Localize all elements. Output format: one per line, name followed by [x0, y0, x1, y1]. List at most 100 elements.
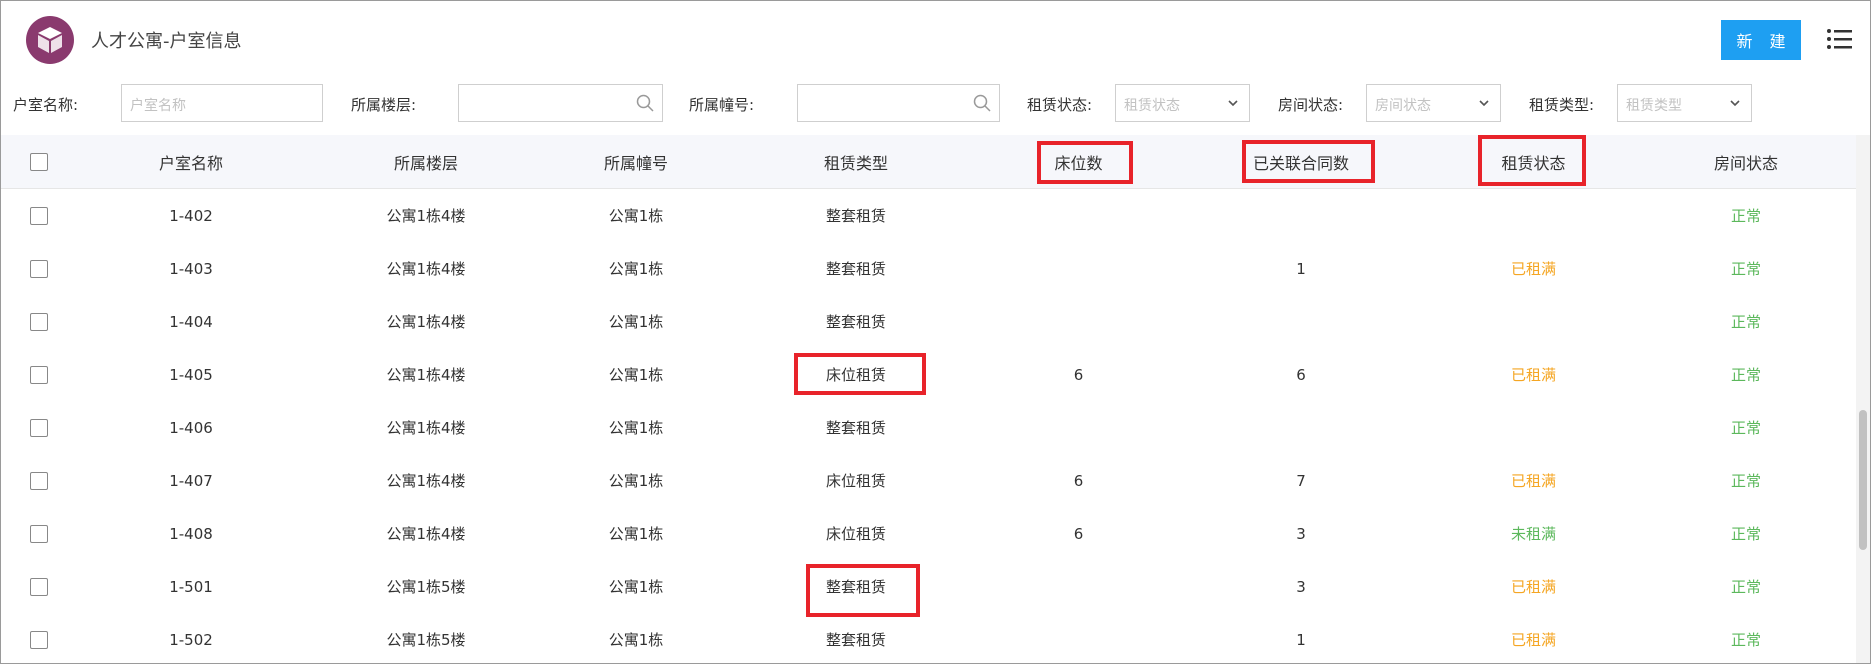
table-row[interactable]: 1-407 公寓1栋4楼 公寓1栋 床位租赁 6 7 已租满 正常 — [1, 454, 1856, 508]
cell-beds: 6 — [1073, 365, 1084, 384]
column-header[interactable]: 租赁类型 — [781, 135, 931, 188]
cell-floor: 公寓1栋4楼 — [386, 419, 466, 437]
vertical-scrollbar[interactable] — [1856, 135, 1870, 663]
cell-floor: 公寓1栋4楼 — [386, 207, 466, 225]
cell-building: 公寓1栋 — [608, 631, 664, 649]
cell-beds — [1001, 613, 1156, 663]
row-checkbox[interactable] — [30, 206, 48, 225]
select-all-checkbox[interactable] — [30, 152, 48, 171]
cell-room-status: 正常 — [1730, 366, 1761, 384]
cell-floor: 公寓1栋4楼 — [386, 313, 466, 331]
building-label: 所属幢号: — [689, 96, 755, 114]
cell-contracts: 7 — [1296, 471, 1306, 490]
room-status-select[interactable]: 房间状态 — [1366, 84, 1501, 122]
cell-rent-status: 已租满 — [1510, 472, 1556, 490]
table-row[interactable]: 1-402 公寓1栋4楼 公寓1栋 整套租赁 正常 — [1, 189, 1856, 243]
cell-contracts — [1221, 295, 1381, 348]
table-row[interactable]: 1-405 公寓1栋4楼 公寓1栋 床位租赁 6 6 已租满 正常 — [1, 348, 1856, 402]
row-checkbox[interactable] — [30, 259, 48, 278]
column-header[interactable]: 所属楼层 — [341, 135, 511, 188]
cell-rent-status — [1456, 295, 1611, 348]
cell-building: 公寓1栋 — [608, 419, 664, 437]
cell-room-status: 正常 — [1730, 472, 1761, 490]
row-checkbox[interactable] — [30, 577, 48, 596]
cell-building: 公寓1栋 — [608, 260, 664, 278]
cell-rent-status: 已租满 — [1510, 578, 1556, 596]
chevron-down-icon — [1478, 95, 1490, 113]
building-input[interactable] — [797, 84, 1000, 122]
cell-room-status: 正常 — [1730, 419, 1761, 437]
row-checkbox[interactable] — [30, 418, 48, 437]
floor-label: 所属楼层: — [351, 96, 417, 114]
cell-rent-status — [1456, 401, 1611, 454]
cell-name: 1-408 — [169, 524, 213, 543]
list-menu-icon[interactable] — [1826, 25, 1854, 53]
cell-rent-status: 已租满 — [1510, 631, 1556, 649]
row-checkbox[interactable] — [30, 312, 48, 331]
cell-contracts: 3 — [1296, 524, 1306, 543]
table-row[interactable]: 1-501 公寓1栋5楼 公寓1栋 整套租赁 3 已租满 正常 — [1, 560, 1856, 614]
scrollbar-thumb[interactable] — [1859, 410, 1867, 550]
cell-contracts — [1221, 189, 1381, 242]
column-header[interactable]: 房间状态 — [1666, 135, 1826, 188]
search-icon[interactable] — [636, 94, 654, 116]
cell-floor: 公寓1栋4楼 — [386, 260, 466, 278]
cell-type: 整套租赁 — [825, 313, 886, 331]
cell-contracts: 1 — [1296, 259, 1306, 278]
row-checkbox[interactable] — [30, 630, 48, 649]
cell-building: 公寓1栋 — [608, 525, 664, 543]
cell-building: 公寓1栋 — [608, 472, 664, 490]
app-window: 人才公寓-户室信息 新 建 户室名称: 户室名称 所属楼层: 所属幢号: 租赁状… — [0, 0, 1871, 664]
row-checkbox[interactable] — [30, 524, 48, 543]
cell-building: 公寓1栋 — [608, 578, 664, 596]
cell-name: 1-406 — [169, 418, 213, 437]
table-header: 户室名称 所属楼层 所属幢号 租赁类型 床位数 已关联合同数 租赁状态 房间状态 — [1, 135, 1856, 189]
cell-type: 整套租赁 — [825, 207, 886, 225]
column-header[interactable]: 户室名称 — [121, 135, 261, 188]
cell-building: 公寓1栋 — [608, 313, 664, 331]
row-checkbox[interactable] — [30, 471, 48, 490]
cell-name: 1-501 — [169, 577, 213, 596]
cell-beds — [1001, 242, 1156, 295]
cell-beds — [1001, 189, 1156, 242]
page-title: 人才公寓-户室信息 — [91, 31, 242, 52]
cell-type: 床位租赁 — [825, 366, 886, 384]
filter-bar: 户室名称: 户室名称 所属楼层: 所属幢号: 租赁状态: 租赁状态 房间状态: — [1, 81, 1870, 131]
page-header: 人才公寓-户室信息 新 建 — [1, 1, 1870, 78]
column-header[interactable]: 租赁状态 — [1456, 135, 1611, 188]
table-row[interactable]: 1-408 公寓1栋4楼 公寓1栋 床位租赁 6 3 未租满 正常 — [1, 507, 1856, 561]
cell-room-status: 正常 — [1730, 631, 1761, 649]
cell-beds: 6 — [1073, 524, 1084, 543]
table-row[interactable]: 1-406 公寓1栋4楼 公寓1栋 整套租赁 正常 — [1, 401, 1856, 455]
cell-beds — [1001, 295, 1156, 348]
table-row[interactable]: 1-502 公寓1栋5楼 公寓1栋 整套租赁 1 已租满 正常 — [1, 613, 1856, 663]
cell-room-status: 正常 — [1730, 260, 1761, 278]
cell-room-status: 正常 — [1730, 313, 1761, 331]
cell-rent-status: 已租满 — [1510, 366, 1556, 384]
cell-type: 整套租赁 — [825, 578, 886, 596]
cell-room-status: 正常 — [1730, 525, 1761, 543]
cell-room-status: 正常 — [1730, 578, 1761, 596]
column-header[interactable]: 已关联合同数 — [1221, 135, 1381, 188]
search-icon[interactable] — [973, 94, 991, 116]
floor-input[interactable] — [458, 84, 663, 122]
cell-name: 1-502 — [169, 630, 213, 649]
cell-contracts: 3 — [1296, 577, 1306, 596]
cell-name: 1-407 — [169, 471, 213, 490]
cell-building: 公寓1栋 — [608, 207, 664, 225]
cell-beds — [1001, 560, 1156, 613]
column-header[interactable]: 床位数 — [1001, 135, 1156, 188]
row-checkbox[interactable] — [30, 365, 48, 384]
new-button[interactable]: 新 建 — [1721, 20, 1801, 60]
column-header[interactable]: 所属幢号 — [561, 135, 711, 188]
rent-status-select[interactable]: 租赁状态 — [1115, 84, 1250, 122]
cell-name: 1-404 — [169, 312, 213, 331]
room-name-input[interactable]: 户室名称 — [121, 84, 323, 122]
rent-type-label: 租赁类型: — [1529, 96, 1595, 114]
rent-type-select[interactable]: 租赁类型 — [1617, 84, 1752, 122]
cell-contracts: 1 — [1296, 630, 1306, 649]
cell-floor: 公寓1栋5楼 — [386, 631, 466, 649]
cell-name: 1-402 — [169, 206, 213, 225]
table-row[interactable]: 1-403 公寓1栋4楼 公寓1栋 整套租赁 1 已租满 正常 — [1, 242, 1856, 296]
table-row[interactable]: 1-404 公寓1栋4楼 公寓1栋 整套租赁 正常 — [1, 295, 1856, 349]
